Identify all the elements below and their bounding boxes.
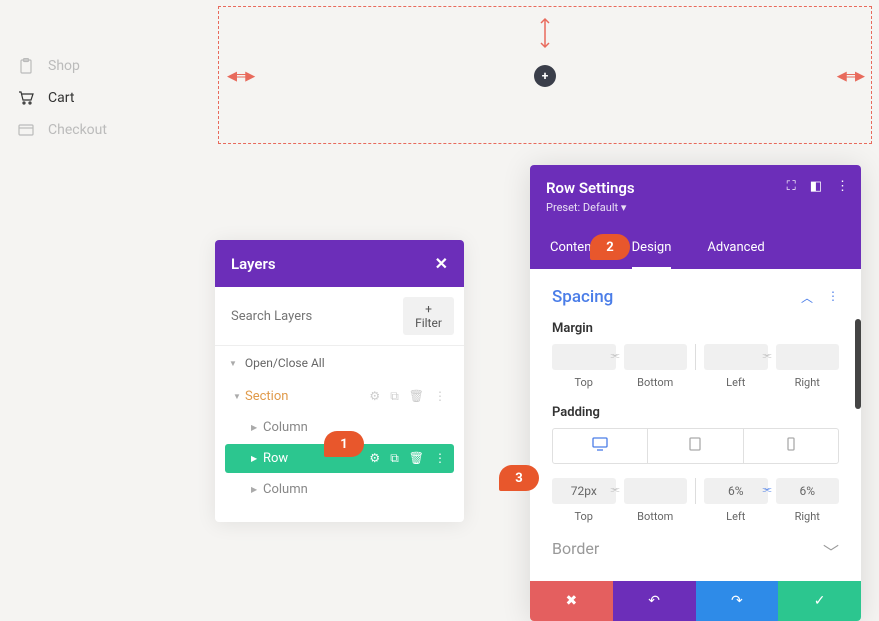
layers-panel: Layers ✕ + Filter ▼ Open/Close All ▼ Sec… [215, 240, 464, 522]
layers-search-bar: + Filter [215, 287, 464, 346]
resize-left-icon: ◀==▶ [227, 69, 253, 84]
nav-checkout[interactable]: Checkout [18, 122, 107, 138]
search-layers-input[interactable] [225, 297, 403, 335]
tab-content[interactable]: Content [550, 228, 596, 269]
duplicate-icon[interactable]: ⧉ [390, 451, 399, 466]
card-icon [18, 122, 34, 138]
settings-tabs: Content Design Advanced [530, 228, 861, 269]
more-icon[interactable]: ⋮ [434, 451, 446, 466]
open-close-all[interactable]: ▼ Open/Close All [215, 346, 464, 380]
undo-button[interactable]: ↶ [613, 581, 696, 621]
settings-header[interactable]: Row Settings Preset: Default ▾ ⛶ ◧ ⋮ [530, 165, 861, 228]
chevron-right-icon: ▶ [251, 423, 263, 432]
design-panel-body: Spacing ︿ ⋮ Margin ⫘ Top Bottom ⫘ Left [530, 269, 861, 581]
sidebar-nav: Shop Cart Checkout [18, 58, 107, 154]
layer-column[interactable]: ▶ Column [225, 475, 454, 504]
device-desktop[interactable] [553, 429, 647, 463]
link-icon[interactable]: ⫘ [763, 350, 772, 361]
row-drop-area[interactable]: ◀==▶ ◀==▶ + [218, 6, 872, 144]
link-icon[interactable]: ⫘ [611, 484, 620, 495]
chevron-down-icon: ▼ [229, 359, 237, 368]
nav-label: Shop [48, 58, 80, 74]
spacing-title: Spacing [552, 287, 613, 307]
chevron-right-icon: ▶ [251, 454, 263, 463]
chevron-up-icon[interactable]: ︿ [801, 289, 813, 306]
margin-top-input[interactable] [552, 344, 616, 370]
padding-left-input[interactable] [704, 478, 768, 504]
padding-inputs: ⫘ Top Bottom ⫘ Left Right [552, 478, 839, 523]
cart-icon [18, 90, 34, 106]
device-tabs [552, 428, 839, 464]
margin-left-input[interactable] [704, 344, 768, 370]
layers-title: Layers [231, 255, 276, 273]
row-settings-panel: Row Settings Preset: Default ▾ ⛶ ◧ ⋮ Con… [530, 165, 861, 621]
margin-bottom-input[interactable] [624, 344, 688, 370]
device-tablet[interactable] [647, 429, 742, 463]
filter-button[interactable]: + Filter [403, 297, 454, 335]
padding-label: Padding [552, 405, 839, 420]
columns-icon[interactable]: ◧ [810, 179, 822, 194]
chevron-down-icon: ▼ [233, 392, 245, 401]
tab-advanced[interactable]: Advanced [707, 228, 764, 269]
padding-top-input[interactable] [552, 478, 616, 504]
preset-selector[interactable]: Preset: Default ▾ [546, 201, 845, 214]
tab-design[interactable]: Design [632, 228, 672, 270]
header-actions: ⛶ ◧ ⋮ [787, 179, 849, 194]
layer-actions: ⚙ ⧉ 🗑 ⋮ [369, 451, 446, 466]
cancel-button[interactable]: ✖ [530, 581, 613, 621]
nav-cart[interactable]: Cart [18, 90, 107, 106]
margin-inputs: ⫘ Top Bottom ⫘ Left Right [552, 344, 839, 389]
layer-actions: ⚙ ⧉ 🗑 ⋮ [369, 389, 446, 404]
resize-right-icon: ◀==▶ [837, 69, 863, 84]
settings-footer: ✖ ↶ ↷ ✓ [530, 581, 861, 621]
gear-icon[interactable]: ⚙ [369, 451, 380, 466]
trash-icon[interactable]: 🗑 [409, 389, 424, 404]
more-icon[interactable]: ⋮ [827, 289, 839, 306]
chevron-right-icon: ▶ [251, 485, 263, 494]
spacing-section-header[interactable]: Spacing ︿ ⋮ [552, 287, 839, 307]
link-icon[interactable]: ⫘ [763, 484, 772, 495]
nav-shop[interactable]: Shop [18, 58, 107, 74]
border-section-header[interactable]: Border ﹀ [552, 539, 839, 563]
layers-header[interactable]: Layers ✕ [215, 240, 464, 287]
padding-right-input[interactable] [776, 478, 840, 504]
device-phone[interactable] [743, 429, 838, 463]
chevron-down-icon: ﹀ [823, 539, 839, 563]
save-button[interactable]: ✓ [778, 581, 861, 621]
more-icon[interactable]: ⋮ [434, 389, 446, 404]
redo-button[interactable]: ↷ [696, 581, 779, 621]
nav-label: Checkout [48, 122, 107, 138]
margin-right-input[interactable] [776, 344, 840, 370]
gear-icon[interactable]: ⚙ [369, 389, 380, 404]
duplicate-icon[interactable]: ⧉ [390, 389, 399, 404]
margin-label: Margin [552, 321, 839, 336]
layer-section[interactable]: ▼ Section ⚙ ⧉ 🗑 ⋮ [225, 382, 454, 411]
resize-vertical-icon [539, 17, 551, 53]
padding-bottom-input[interactable] [624, 478, 688, 504]
clipboard-icon [18, 58, 34, 74]
annotation-1: 1 [324, 431, 364, 457]
nav-label: Cart [48, 90, 74, 106]
close-icon[interactable]: ✕ [435, 254, 448, 273]
link-icon[interactable]: ⫘ [611, 350, 620, 361]
add-module-button[interactable]: + [534, 65, 556, 87]
more-icon[interactable]: ⋮ [836, 179, 849, 194]
scrollbar[interactable] [855, 319, 861, 409]
annotation-3: 3 [499, 465, 539, 491]
annotation-2: 2 [590, 234, 630, 260]
expand-icon[interactable]: ⛶ [787, 179, 796, 194]
trash-icon[interactable]: 🗑 [409, 451, 424, 466]
